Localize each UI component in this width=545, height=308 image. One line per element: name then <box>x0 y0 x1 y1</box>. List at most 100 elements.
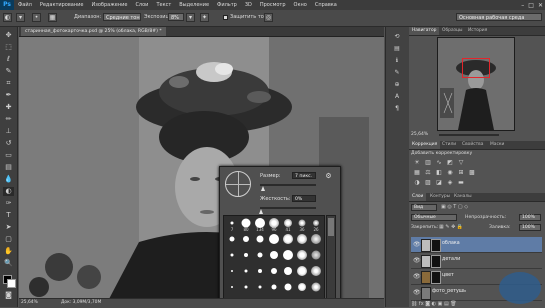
gradient-map-icon[interactable]: ▬ <box>457 179 465 186</box>
brush-preset[interactable] <box>282 282 294 296</box>
layer-visibility-eye-icon[interactable]: 👁 <box>413 241 421 248</box>
navigator-zoom-slider[interactable] <box>439 134 499 136</box>
layer-visibility-eye-icon[interactable]: 👁 <box>413 273 421 280</box>
hardness-slider-thumb[interactable] <box>259 209 263 214</box>
layer-row[interactable]: 👁 облака <box>411 237 542 253</box>
photo-filter-icon[interactable]: ◉ <box>446 169 454 176</box>
menu-select[interactable]: Выделение <box>175 2 213 8</box>
brush-preset-icon[interactable]: • <box>32 13 41 22</box>
tab-navigator[interactable]: Навигатор <box>409 27 440 35</box>
brush-preset[interactable]: 7 <box>226 218 238 232</box>
close-button[interactable]: ✕ <box>538 2 543 9</box>
brush-preset[interactable] <box>240 282 252 296</box>
brush-preset[interactable]: 96 <box>268 218 280 232</box>
tab-swatches[interactable]: Образцы <box>439 27 465 35</box>
navigator-view-box[interactable] <box>462 58 490 78</box>
dodge-icon[interactable]: ◐ <box>3 187 14 196</box>
layer-mask-thumbnail[interactable] <box>431 271 441 284</box>
channel-mixer-icon[interactable]: ⊞ <box>457 169 465 176</box>
history-panel-icon[interactable]: ⟲ <box>392 33 402 41</box>
menu-file[interactable]: Файл <box>14 2 36 8</box>
blend-mode-select[interactable]: Обычные <box>411 214 457 221</box>
eraser-icon[interactable]: ▭ <box>3 151 14 160</box>
hue-saturation-icon[interactable]: ▦ <box>413 169 421 176</box>
menu-view[interactable]: Просмотр <box>256 2 290 8</box>
brush-preset[interactable] <box>254 282 266 296</box>
brush-tip-preview[interactable] <box>225 171 251 197</box>
character-panel-icon[interactable]: A <box>392 93 402 101</box>
type-icon[interactable]: T <box>3 211 14 220</box>
brush-preset[interactable] <box>226 282 238 296</box>
airbrush-icon[interactable]: ✦ <box>200 13 209 22</box>
menu-type[interactable]: Текст <box>152 2 175 8</box>
tool-preset-dropdown[interactable]: ▾ <box>16 13 25 22</box>
exposure-input[interactable]: 8% <box>168 13 184 21</box>
tab-layers[interactable]: Слои <box>409 193 427 201</box>
menu-edit[interactable]: Редактирование <box>36 2 88 8</box>
brush-size-slider-thumb[interactable] <box>261 186 265 191</box>
tab-channels[interactable]: Каналы <box>451 193 475 201</box>
vibrance-icon[interactable]: ▽ <box>457 159 465 166</box>
opacity-input[interactable]: 100% <box>519 214 541 221</box>
path-select-icon[interactable]: ➤ <box>3 223 14 232</box>
brush-preset[interactable] <box>240 234 252 248</box>
navigator-thumbnail[interactable] <box>437 37 515 131</box>
menu-filter[interactable]: Фильтр <box>213 2 241 8</box>
menu-image[interactable]: Изображение <box>87 2 131 8</box>
brush-preset[interactable] <box>310 266 322 280</box>
lasso-icon[interactable]: ℓ <box>3 55 14 64</box>
blur-icon[interactable]: 💧 <box>3 175 14 184</box>
info-panel-icon[interactable]: ℹ <box>392 57 402 65</box>
brush-preset[interactable] <box>254 250 266 264</box>
range-select[interactable]: Средние тона <box>103 13 141 21</box>
brush-preset[interactable]: 41 <box>282 218 294 232</box>
layer-filter-icons[interactable]: ▣ ◎ T ▢ ◇ <box>441 204 501 211</box>
threshold-icon[interactable]: ◪ <box>435 179 443 186</box>
presets-scrollbar[interactable] <box>326 215 336 299</box>
curves-icon[interactable]: ∿ <box>435 159 443 166</box>
brush-preset[interactable] <box>240 266 252 280</box>
hardness-input[interactable]: 0% <box>292 195 316 202</box>
quick-mask-icon[interactable]: ◙ <box>3 291 14 300</box>
navigator-zoom-value[interactable]: 25,64% <box>411 132 428 137</box>
layer-filter-kind[interactable]: Вид <box>411 204 437 211</box>
brush-panel-icon[interactable]: ✎ <box>392 69 402 77</box>
brush-preset[interactable] <box>296 250 308 264</box>
history-brush-icon[interactable]: ↺ <box>3 139 14 148</box>
brush-preset[interactable] <box>226 234 238 248</box>
brush-preset[interactable] <box>282 234 294 248</box>
zoom-icon[interactable]: 🔍 <box>3 259 14 268</box>
posterize-icon[interactable]: ▨ <box>424 179 432 186</box>
exposure-dropdown[interactable]: ▾ <box>186 13 195 22</box>
menu-help[interactable]: Справка <box>311 2 341 8</box>
paragraph-panel-icon[interactable]: ¶ <box>392 105 402 113</box>
color-balance-icon[interactable]: ⚖ <box>424 169 432 176</box>
document-tab[interactable]: старинная_фотокарточка.psd @ 25% (облака… <box>21 27 166 36</box>
clone-stamp-icon[interactable]: ⊥ <box>3 127 14 136</box>
brush-preset[interactable] <box>268 282 280 296</box>
layer-visibility-eye-icon[interactable]: 👁 <box>413 289 421 296</box>
brush-size-input[interactable]: 7 пикс. <box>292 172 316 179</box>
brush-preset[interactable]: 134 <box>254 218 266 232</box>
move-icon[interactable]: ✥ <box>3 31 14 40</box>
healing-brush-icon[interactable]: ✚ <box>3 103 14 112</box>
layer-row[interactable]: 👁 детали <box>411 253 542 269</box>
brush-preset[interactable] <box>296 234 308 248</box>
invert-icon[interactable]: ◑ <box>413 179 421 186</box>
brush-size-slider[interactable] <box>260 184 316 186</box>
shape-icon[interactable]: ▢ <box>3 235 14 244</box>
brush-preset[interactable] <box>296 266 308 280</box>
menu-window[interactable]: Окно <box>290 2 311 8</box>
brush-preset[interactable] <box>282 250 294 264</box>
workspace-select[interactable]: Основная рабочая среда <box>456 13 542 21</box>
clone-source-icon[interactable]: ⊕ <box>392 81 402 89</box>
presets-scroll-thumb[interactable] <box>328 218 334 236</box>
protect-tones-checkbox[interactable] <box>223 15 228 20</box>
hardness-slider[interactable] <box>260 207 316 209</box>
properties-panel-icon[interactable]: ▤ <box>392 45 402 53</box>
layer-visibility-eye-icon[interactable]: 👁 <box>413 257 421 264</box>
dodge-tool-icon[interactable]: ◐ <box>3 13 12 22</box>
status-zoom[interactable]: 25,64% <box>21 300 38 305</box>
brush-preset[interactable] <box>268 234 280 248</box>
exposure-adj-icon[interactable]: ◩ <box>446 159 454 166</box>
